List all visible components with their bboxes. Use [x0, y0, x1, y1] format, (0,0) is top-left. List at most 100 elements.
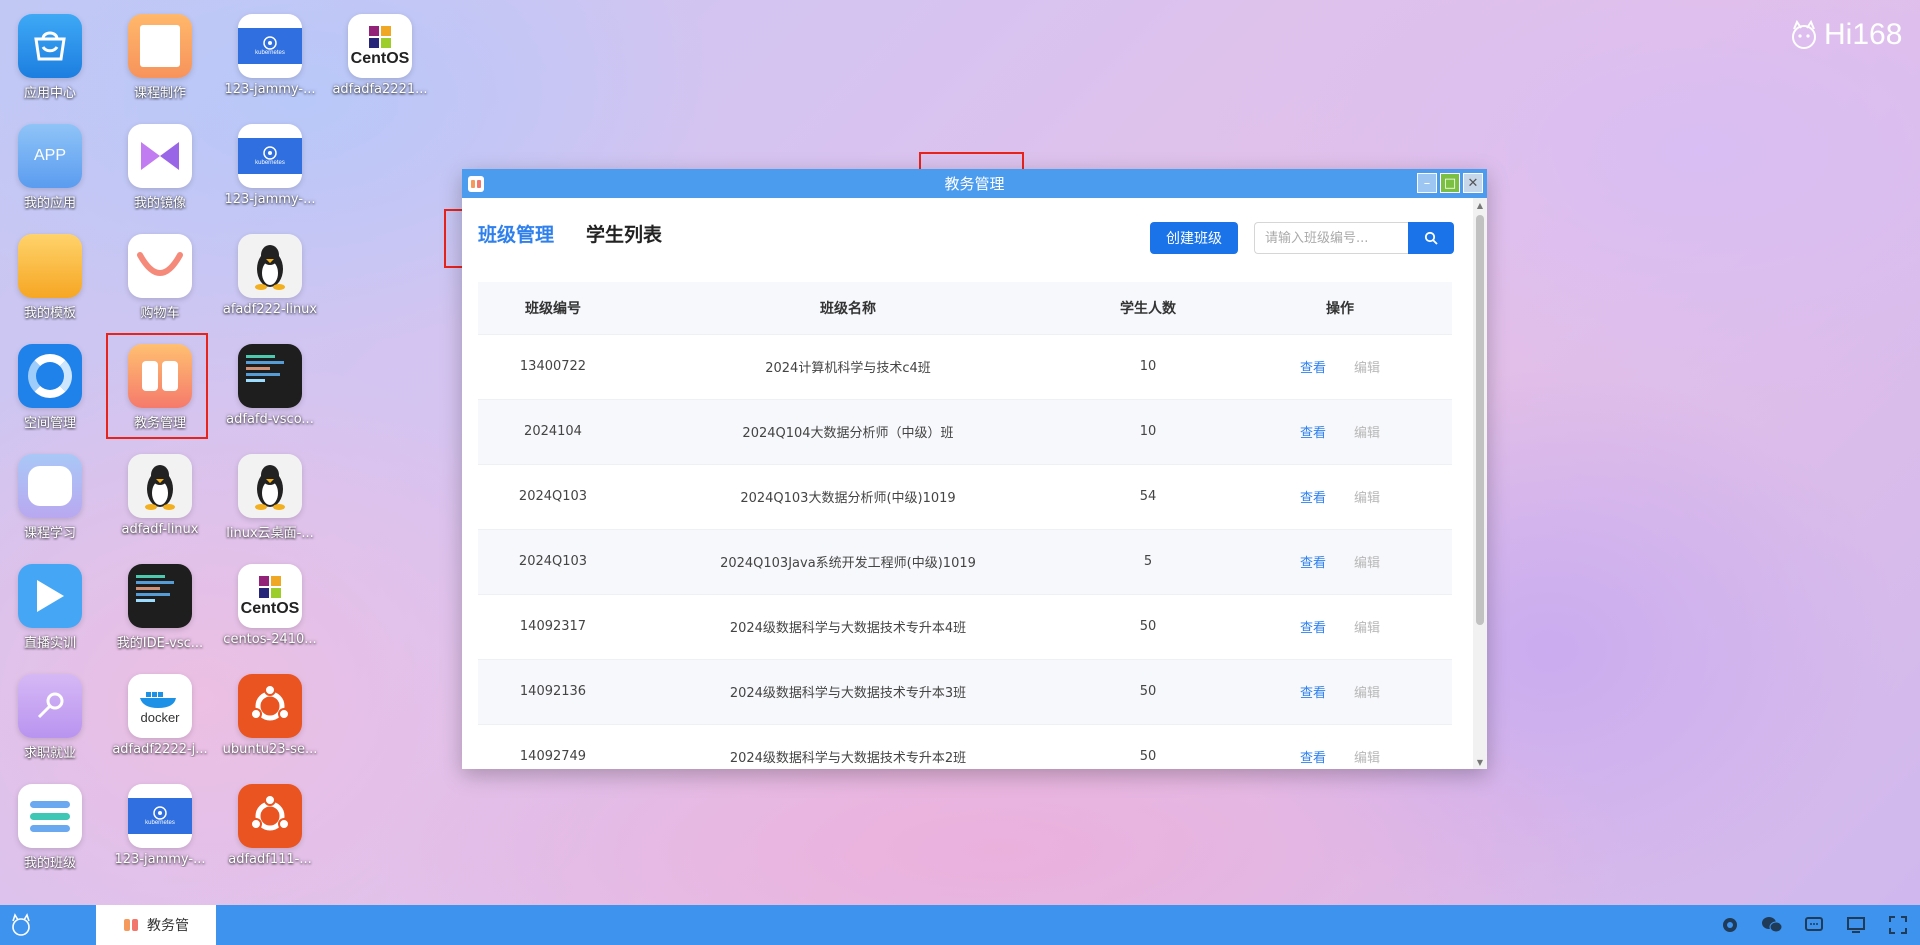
desktop-icon[interactable]: 应用中心 — [0, 14, 100, 101]
cell-actions: 查看 编辑 — [1228, 463, 1452, 529]
desktop-icon[interactable]: ubuntu23-se... — [220, 674, 320, 757]
desktop-icon-label: linux云桌面-... — [226, 526, 314, 541]
brand-logo: Hi168 — [1788, 18, 1902, 52]
desktop-icon-label: 课程制作 — [133, 86, 186, 101]
edit-link[interactable]: 编辑 — [1354, 751, 1380, 766]
wechat-icon[interactable] — [1760, 913, 1784, 937]
start-cat-icon[interactable] — [8, 912, 34, 938]
view-link[interactable]: 查看 — [1300, 361, 1326, 376]
ubuntu-icon — [238, 674, 302, 738]
scroll-down-icon[interactable]: ▼ — [1473, 755, 1487, 769]
cell-student-count: 10 — [1068, 398, 1228, 464]
table-header-row: 班级编号 班级名称 学生人数 操作 — [478, 282, 1452, 334]
cell-student-count: 50 — [1068, 723, 1228, 769]
cell-class-id: 2024Q103 — [478, 463, 628, 529]
desktop-icon-label: afadf222-linux — [222, 302, 318, 317]
desktop-icon[interactable]: 课程制作 — [110, 14, 210, 101]
desktop-icon[interactable]: adfafd-vsco... — [220, 344, 320, 427]
taskbar-item-label: 教务管 — [147, 918, 189, 934]
desktop-icon-label: adfadf111-... — [228, 852, 312, 867]
desktop-icon[interactable]: linux云桌面-... — [220, 454, 320, 541]
edit-link[interactable]: 编辑 — [1354, 361, 1380, 376]
desktop-icon[interactable]: 我的班级 — [0, 784, 100, 871]
close-icon[interactable]: ✕ — [1463, 173, 1483, 193]
desktop-icon[interactable]: 课程学习 — [0, 454, 100, 541]
tab-student-list[interactable]: 学生列表 — [586, 220, 662, 247]
scroll-up-icon[interactable]: ▲ — [1473, 198, 1487, 212]
chat-icon[interactable] — [1802, 913, 1826, 937]
cell-actions: 查看 编辑 — [1228, 658, 1452, 724]
window-titlebar[interactable]: 教务管理 – □ ✕ — [462, 169, 1487, 198]
cell-class-name: 2024级数据科学与大数据技术专升本2班 — [628, 723, 1068, 769]
logo-text: Hi168 — [1824, 18, 1903, 51]
linux-penguin-icon — [238, 454, 302, 518]
desktop-icon[interactable]: CentOS adfadfa2221... — [330, 14, 430, 97]
centos-icon: CentOS — [348, 14, 412, 78]
fullscreen-icon[interactable] — [1886, 913, 1910, 937]
view-link[interactable]: 查看 — [1300, 686, 1326, 701]
desktop-icon[interactable]: CentOS centos-2410... — [220, 564, 320, 647]
desktop-icon[interactable]: afadf222-linux — [220, 234, 320, 317]
desktop-icon[interactable]: 我的模板 — [0, 234, 100, 321]
desktop-icon[interactable]: 我的镜像 — [110, 124, 210, 211]
class-search-input[interactable] — [1254, 222, 1408, 254]
maximize-icon[interactable]: □ — [1440, 173, 1460, 193]
desktop-icon[interactable]: kubernetes 123-jammy-... — [220, 124, 320, 207]
view-link[interactable]: 查看 — [1300, 491, 1326, 506]
desktop-icon[interactable]: 求职就业 — [0, 674, 100, 761]
edit-link[interactable]: 编辑 — [1354, 556, 1380, 571]
view-link[interactable]: 查看 — [1300, 556, 1326, 571]
cell-class-id: 14092136 — [478, 658, 628, 724]
desktop-icon[interactable]: 直播实训 — [0, 564, 100, 651]
edit-link[interactable]: 编辑 — [1354, 426, 1380, 441]
scroll-thumb[interactable] — [1476, 215, 1484, 625]
window-scrollbar[interactable]: ▲ ▼ — [1473, 198, 1487, 769]
edit-link[interactable]: 编辑 — [1354, 491, 1380, 506]
view-link[interactable]: 查看 — [1300, 426, 1326, 441]
cat-logo-icon — [1792, 19, 1816, 49]
monitor-icon[interactable] — [1844, 913, 1868, 937]
desktop-icon-label: 我的应用 — [23, 196, 76, 211]
desktop-icon-label: 直播实训 — [23, 636, 76, 651]
desktop-icon-label: centos-2410... — [223, 632, 317, 647]
view-link[interactable]: 查看 — [1300, 621, 1326, 636]
desktop-icon[interactable]: kubernetes 123-jammy-... — [220, 14, 320, 97]
kubernetes-icon: kubernetes — [128, 784, 192, 848]
create-class-button[interactable]: 创建班级 — [1150, 222, 1238, 254]
desktop-icon-label: 我的班级 — [23, 856, 76, 871]
desktop-icon[interactable]: 购物车 — [110, 234, 210, 321]
my-apps-icon: APP — [18, 124, 82, 188]
system-tray — [1718, 913, 1910, 937]
view-link[interactable]: 查看 — [1300, 751, 1326, 766]
search-button[interactable] — [1408, 222, 1454, 254]
cell-student-count: 10 — [1068, 333, 1228, 399]
desktop-icon-label: 空间管理 — [23, 416, 76, 431]
desktop-icon[interactable]: 空间管理 — [0, 344, 100, 431]
ubuntu-icon — [238, 784, 302, 848]
desktop-icon[interactable]: docker adfadf2222-j... — [110, 674, 210, 757]
my-class-icon — [18, 784, 82, 848]
cell-class-name: 2024Q104大数据分析师（中级）班 — [628, 398, 1068, 464]
desktop-icon[interactable]: adfadf111-... — [220, 784, 320, 867]
desktop-icon-label: 购物车 — [140, 306, 180, 321]
desktop-icon[interactable]: 我的IDE-vsc... — [110, 564, 210, 651]
tab-class-management[interactable]: 班级管理 — [478, 220, 554, 247]
desktop-icon[interactable]: adfadf-linux — [110, 454, 210, 537]
desktop-icon-label: 我的模板 — [23, 306, 76, 321]
taskbar-item-edu[interactable]: 教务管 — [96, 905, 216, 945]
gear-icon[interactable] — [1718, 913, 1742, 937]
window-toolbar: 班级管理 学生列表 创建班级 — [462, 198, 1487, 278]
edit-link[interactable]: 编辑 — [1354, 686, 1380, 701]
edit-link[interactable]: 编辑 — [1354, 621, 1380, 636]
window-title: 教务管理 — [944, 175, 1005, 193]
cell-class-id: 14092749 — [478, 723, 628, 769]
folder-icon — [18, 234, 82, 298]
minimize-icon[interactable]: – — [1417, 173, 1437, 193]
desktop-icon-label: adfadf-linux — [121, 522, 199, 537]
desktop-icon[interactable]: APP 我的应用 — [0, 124, 100, 211]
desktop-icon[interactable]: 教务管理 — [110, 344, 210, 431]
desktop-icon[interactable]: kubernetes 123-jammy-... — [110, 784, 210, 867]
desktop-icon-label: ubuntu23-se... — [222, 742, 318, 757]
table-row: 14092749 2024级数据科学与大数据技术专升本2班 50 查看 编辑 — [478, 723, 1452, 769]
docker-icon: docker — [128, 674, 192, 738]
